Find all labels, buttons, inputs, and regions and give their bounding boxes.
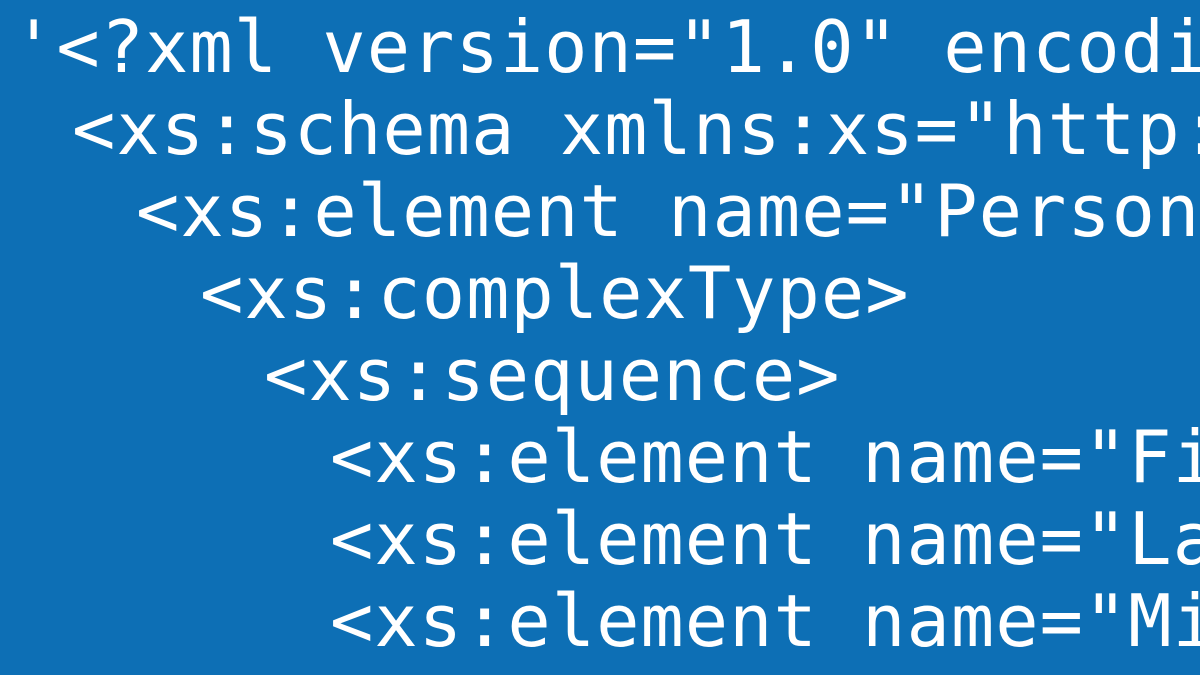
code-line-person-element: <xs:element name="Person" (136, 169, 1200, 253)
code-canvas: '<?xml version="1.0" encoding <xs:schema… (0, 0, 1200, 675)
code-line-xml-declaration: '<?xml version="1.0" encoding (12, 5, 1200, 89)
code-line-last-element: <xs:element name="Las (330, 497, 1200, 581)
code-line-sequence: <xs:sequence> (264, 333, 841, 417)
code-line-schema: <xs:schema xmlns:xs="http:/ (72, 87, 1200, 171)
code-line-first-element: <xs:element name="Fi (330, 415, 1200, 499)
code-line-complex-type: <xs:complexType> (200, 251, 910, 335)
code-line-middle-element: <xs:element name="Mid (330, 579, 1200, 663)
